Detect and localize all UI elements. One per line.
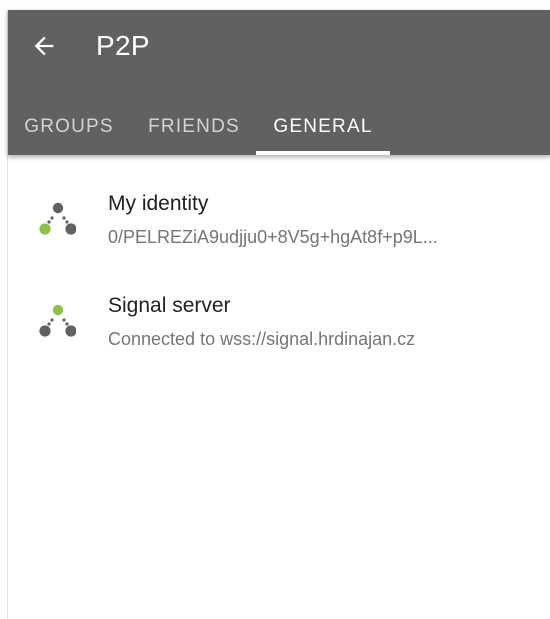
back-button[interactable]: [22, 24, 66, 68]
page-title: P2P: [96, 30, 150, 61]
network-server-icon: [39, 304, 76, 337]
tab-groups-label: GROUPS: [24, 115, 114, 137]
tab-active-indicator: [256, 151, 390, 155]
item-subtitle: 0/PELREZiA9udjju0+8V5g+hgAt8f+p9L...: [108, 227, 438, 247]
tab-groups[interactable]: GROUPS: [8, 98, 130, 155]
list-item-my-identity[interactable]: My identity 0/PELREZiA9udjju0+8V5g+hgAt8…: [8, 180, 550, 276]
tab-friends-label: FRIENDS: [148, 115, 240, 137]
item-subtitle: Connected to wss://signal.hrdinajan.cz: [108, 329, 416, 349]
arrow-back-icon: [34, 36, 54, 56]
tab-friends[interactable]: FRIENDS: [132, 98, 256, 155]
app-bar: P2P GROUPS FRIENDS GENERAL: [8, 10, 550, 155]
item-title: My identity: [108, 192, 209, 215]
list-item-signal-server[interactable]: Signal server Connected to wss://signal.…: [8, 282, 550, 378]
network-identity-icon: [39, 202, 76, 235]
item-title: Signal server: [108, 294, 231, 317]
app-window: P2P GROUPS FRIENDS GENERAL My identity 0…: [7, 10, 550, 619]
tab-general-label: GENERAL: [273, 115, 373, 137]
tab-general[interactable]: GENERAL: [256, 98, 390, 155]
tab-bar: GROUPS FRIENDS GENERAL: [8, 98, 550, 155]
